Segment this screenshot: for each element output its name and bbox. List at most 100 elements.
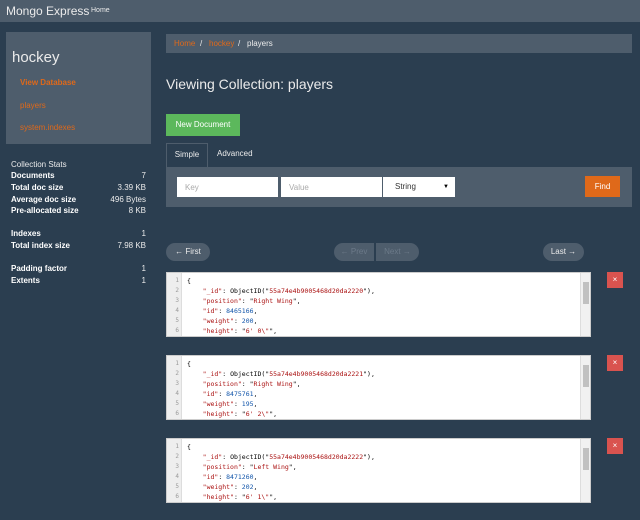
code-line: { <box>187 443 191 451</box>
code-oid: ObjectID <box>230 370 262 378</box>
code-string: Right Wing <box>253 297 293 305</box>
tab-simple[interactable]: Simple <box>166 143 208 167</box>
code-oid: ObjectID <box>230 453 262 461</box>
code-line: "id": 8475761, <box>202 390 258 398</box>
code-string: Left Wing <box>253 463 289 471</box>
code-number: 8475761 <box>226 390 254 398</box>
code-line: "weight": 200, <box>202 317 258 325</box>
tab-advanced[interactable]: Advanced <box>217 143 257 167</box>
code-line: "_id": ObjectID("55a74e4b9005468d20da222… <box>202 453 375 461</box>
stat-row: Average doc size 496 Bytes <box>11 195 146 206</box>
line-gutter: 123456 <box>167 356 182 419</box>
next-page-button[interactable]: Next → <box>376 243 419 261</box>
code-line: "_id": ObjectID("55a74e4b9005468d20da222… <box>202 370 375 378</box>
delete-document-button[interactable]: × <box>607 438 623 454</box>
code-key: "height" <box>202 410 234 418</box>
code-string: 6' 0\" <box>245 327 270 335</box>
code-line: "height": "6' 1\"", <box>202 493 278 501</box>
breadcrumb-separator: / <box>200 39 203 48</box>
stat-value: 3.39 KB <box>117 183 146 192</box>
breadcrumb: Home / hockey / players <box>166 34 632 53</box>
code-key: "id" <box>202 390 219 398</box>
brand-logo[interactable]: Mongo Express <box>6 4 89 18</box>
code-string: 55a74e4b9005468d20da2222 <box>269 453 364 461</box>
stat-label: Total doc size <box>11 183 64 192</box>
code-key: "_id" <box>202 287 223 295</box>
code-number: 8465166 <box>226 307 254 315</box>
code-string: 6' 2\" <box>245 410 270 418</box>
code-line: "_id": ObjectID("55a74e4b9005468d20da222… <box>202 287 375 295</box>
stat-value: 8 KB <box>128 206 146 215</box>
scrollbar-thumb[interactable] <box>583 282 589 304</box>
stat-row: Indexes 1 <box>11 229 146 240</box>
breadcrumb-database[interactable]: hockey <box>209 39 234 48</box>
editor-scrollbar[interactable] <box>580 439 590 502</box>
type-select[interactable]: String ▼ <box>383 177 455 197</box>
code-line: "height": "6' 0\"", <box>202 327 278 335</box>
collection-link-players[interactable]: players <box>20 101 46 110</box>
code-line: "weight": 202, <box>202 483 258 491</box>
code-key: "position" <box>202 297 242 305</box>
stat-row: Extents 1 <box>11 276 146 287</box>
database-sidebar: hockey View Database players system.inde… <box>6 32 151 144</box>
stat-row: Total index size 7.98 KB <box>11 241 146 252</box>
document-editor[interactable]: 123456 { "_id": ObjectID("55a74e4b900546… <box>166 438 591 503</box>
code-number: 195 <box>241 400 254 408</box>
code-key: "_id" <box>202 370 223 378</box>
new-document-button[interactable]: New Document <box>166 114 240 136</box>
value-input[interactable] <box>281 177 382 197</box>
collection-link-system-indexes[interactable]: system.indexes <box>20 123 75 132</box>
editor-scrollbar[interactable] <box>580 273 590 336</box>
code-key: "height" <box>202 493 234 501</box>
stat-label: Extents <box>11 276 40 285</box>
page-title: Viewing Collection: players <box>166 76 334 92</box>
code-line: "position": "Left Wing", <box>202 463 297 471</box>
delete-document-button[interactable]: × <box>607 355 623 371</box>
view-database-link[interactable]: View Database <box>20 78 76 87</box>
breadcrumb-home[interactable]: Home <box>174 39 195 48</box>
key-input[interactable] <box>177 177 278 197</box>
stat-row: Total doc size 3.39 KB <box>11 183 146 194</box>
stat-row: Pre-allocated size 8 KB <box>11 206 146 217</box>
prev-page-button[interactable]: ← Prev <box>334 243 374 261</box>
code-key: "position" <box>202 380 242 388</box>
stat-value: 496 Bytes <box>110 195 146 204</box>
first-page-button[interactable]: ← First <box>166 243 210 261</box>
code-string: 6' 1\" <box>245 493 270 501</box>
code-key: "_id" <box>202 453 223 461</box>
code-line: { <box>187 277 191 285</box>
code-string: 55a74e4b9005468d20da2221 <box>269 370 364 378</box>
delete-document-button[interactable]: × <box>607 272 623 288</box>
stat-value: 1 <box>141 229 146 238</box>
stats-title: Collection Stats <box>11 160 67 169</box>
line-gutter: 123456 <box>167 273 182 336</box>
nav-home-link[interactable]: Home <box>91 7 110 14</box>
code-line: "position": "Right Wing", <box>202 380 301 388</box>
code-key: "weight" <box>202 400 234 408</box>
stat-value: 7 <box>141 171 146 180</box>
stat-row: Padding factor 1 <box>11 264 146 275</box>
code-key: "height" <box>202 327 234 335</box>
code-line: "id": 8465166, <box>202 307 258 315</box>
last-page-button[interactable]: Last → <box>543 243 584 261</box>
stat-row: Documents 7 <box>11 171 146 182</box>
find-button[interactable]: Find <box>585 176 620 197</box>
document-editor[interactable]: 123456 { "_id": ObjectID("55a74e4b900546… <box>166 355 591 420</box>
stat-label: Padding factor <box>11 264 68 273</box>
stat-value: 1 <box>141 264 146 273</box>
scrollbar-thumb[interactable] <box>583 365 589 387</box>
stat-label: Documents <box>11 171 55 180</box>
caret-down-icon: ▼ <box>443 184 449 190</box>
code-key: "position" <box>202 463 242 471</box>
code-line: "height": "6' 2\"", <box>202 410 278 418</box>
navbar: Mongo Express Home <box>0 0 640 22</box>
code-string: 55a74e4b9005468d20da2220 <box>269 287 364 295</box>
scrollbar-thumb[interactable] <box>583 448 589 470</box>
type-select-value: String <box>395 182 416 191</box>
editor-scrollbar[interactable] <box>580 356 590 419</box>
stat-label: Total index size <box>11 241 70 250</box>
document-editor[interactable]: 123456 { "_id": ObjectID("55a74e4b900546… <box>166 272 591 337</box>
code-key: "weight" <box>202 483 234 491</box>
code-string: Right Wing <box>253 380 293 388</box>
code-line: "position": "Right Wing", <box>202 297 301 305</box>
